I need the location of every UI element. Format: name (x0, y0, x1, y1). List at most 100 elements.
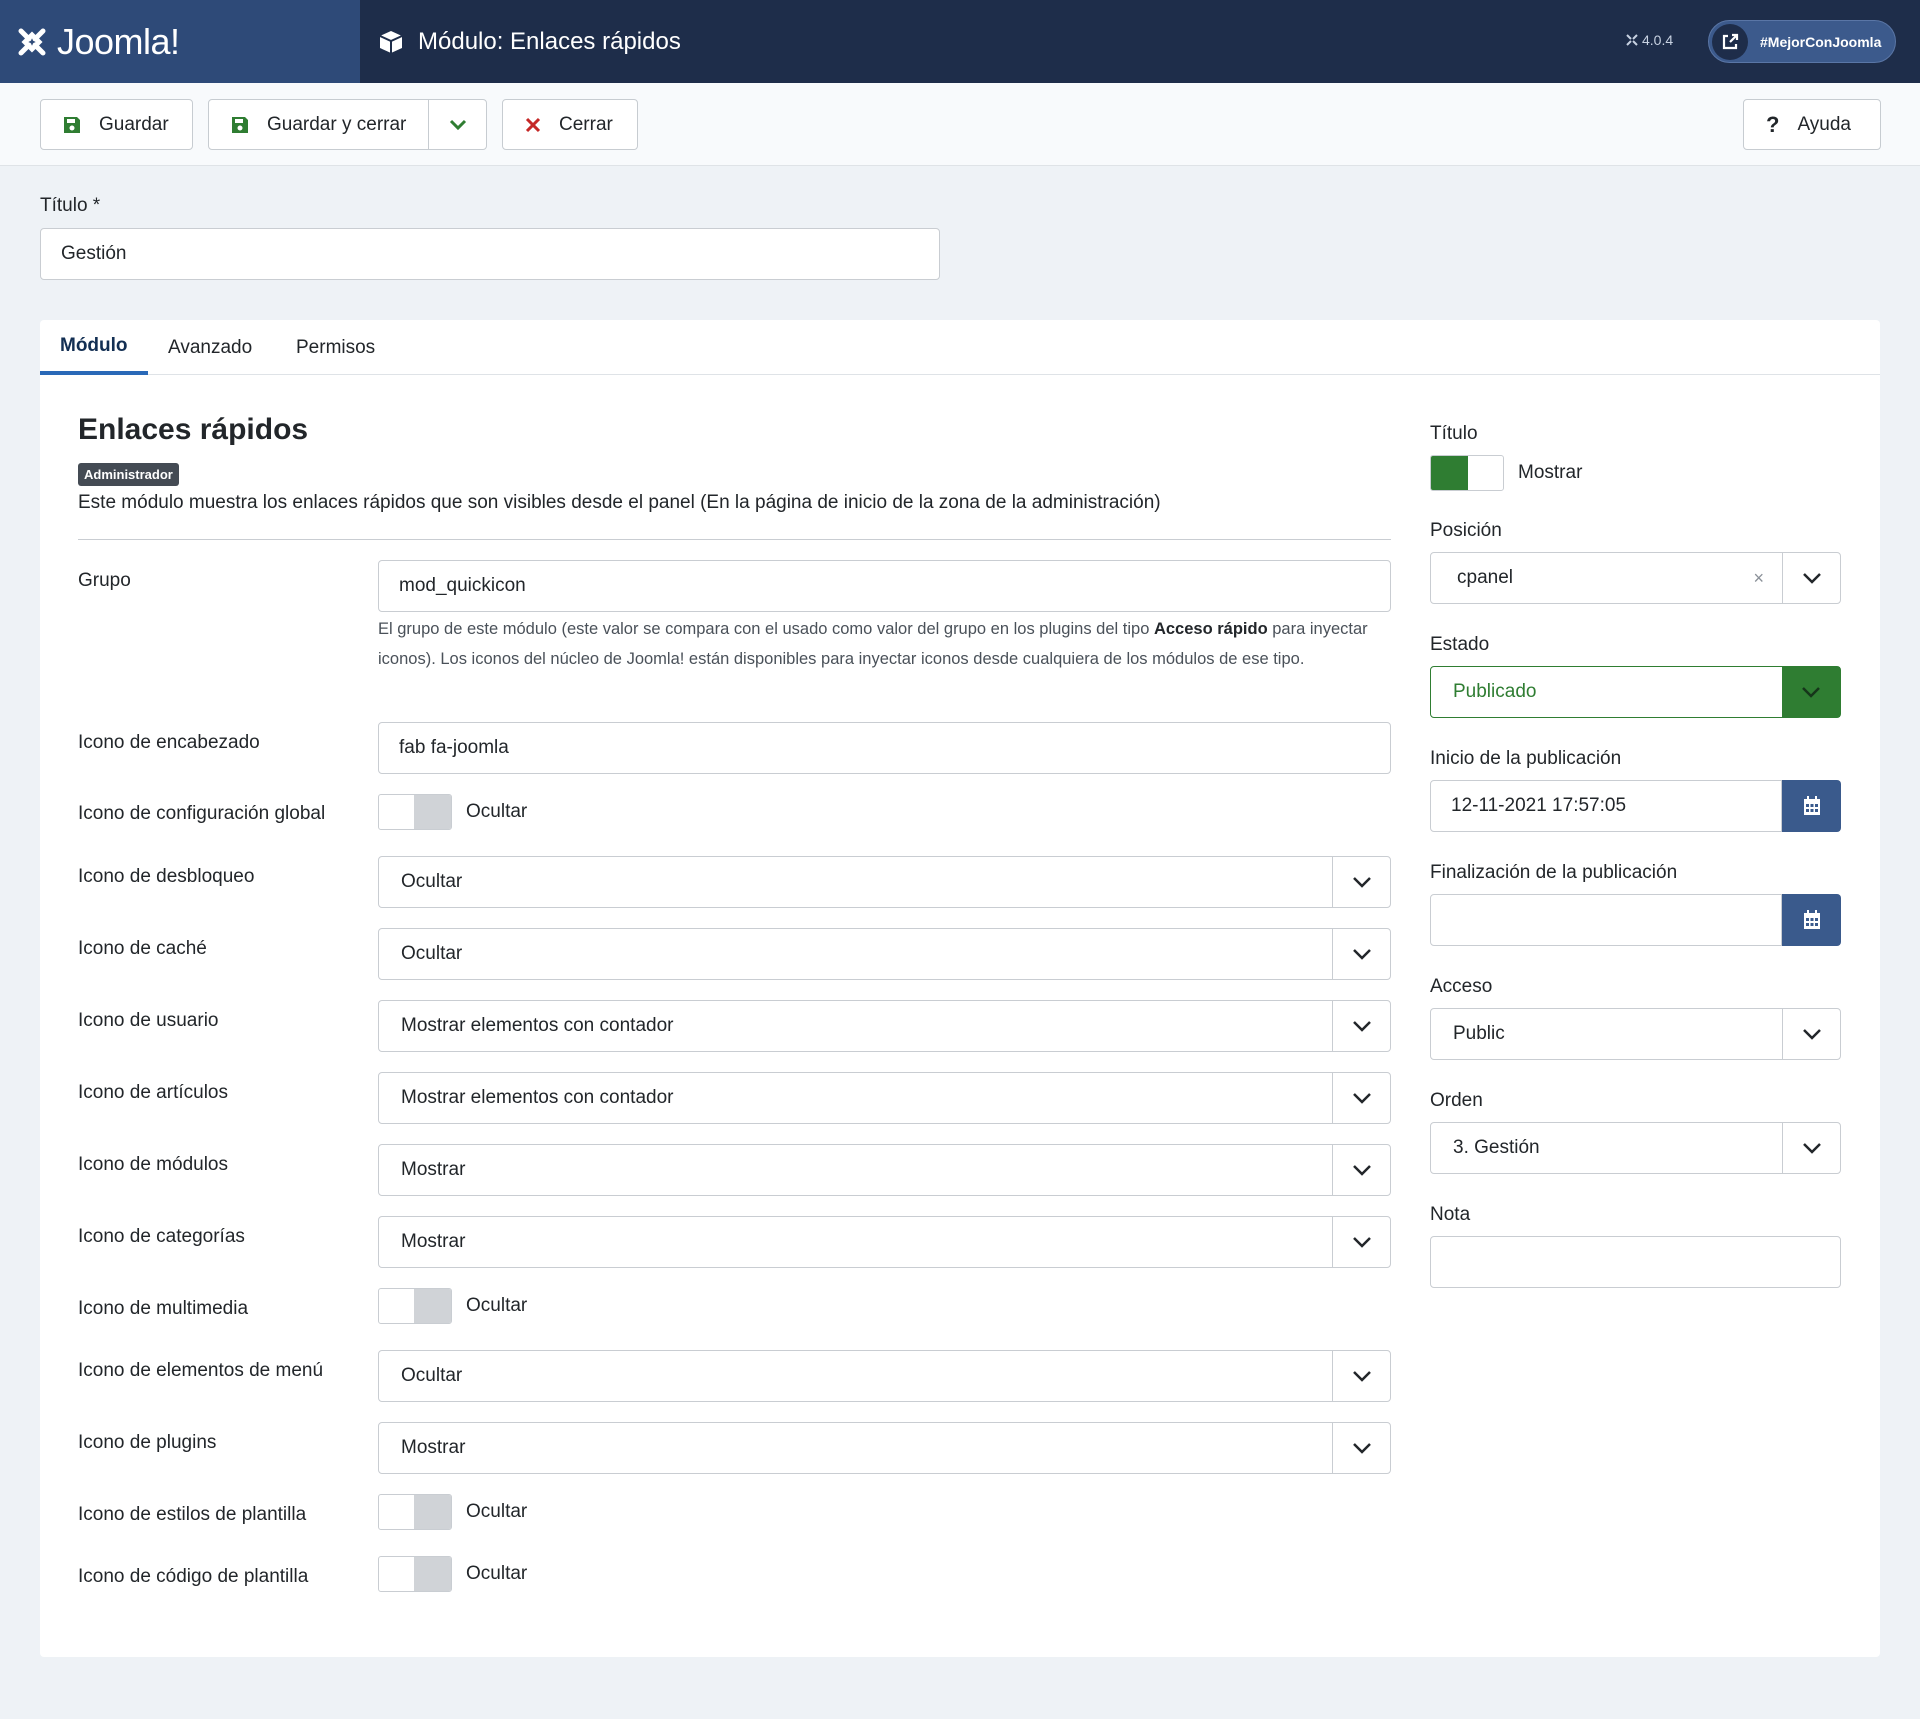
save-label: Guardar (99, 113, 169, 135)
menu-label: Icono de elementos de menú (78, 1360, 324, 1381)
help-label: Ayuda (1797, 113, 1851, 135)
admin-badge: Administrador (78, 463, 179, 486)
nota-label: Nota (1430, 1204, 1471, 1225)
estado-label: Estado (1430, 634, 1490, 655)
usuario-label: Icono de usuario (78, 1010, 219, 1031)
toolbar: Guardar Guardar y cerrar Cerrar ? Ayuda (0, 83, 1920, 166)
acceso-select[interactable]: Public (1430, 1008, 1841, 1060)
estilos-value: Ocultar (466, 1501, 528, 1522)
chevron-down-icon (1782, 553, 1840, 603)
modulos-label: Icono de módulos (78, 1154, 228, 1175)
usuario-select[interactable]: Mostrar elementos con contador (378, 1000, 1391, 1052)
desbloqueo-label: Icono de desbloqueo (78, 866, 255, 887)
estado-select[interactable]: Publicado (1430, 666, 1841, 718)
orden-select[interactable]: 3. Gestión (1430, 1122, 1841, 1174)
icono-encabezado-label: Icono de encabezado (78, 732, 260, 753)
modulos-select[interactable]: Mostrar (378, 1144, 1391, 1196)
save-close-button[interactable]: Guardar y cerrar (209, 100, 428, 149)
fin-input[interactable] (1430, 894, 1782, 946)
grupo-help: El grupo de este módulo (este valor se c… (378, 614, 1393, 674)
plugins-label: Icono de plugins (78, 1432, 217, 1453)
desbloqueo-value: Ocultar (401, 871, 463, 892)
joomla-logo-icon (18, 28, 46, 55)
cache-select[interactable]: Ocultar (378, 928, 1391, 980)
save-close-label: Guardar y cerrar (267, 113, 407, 135)
categorias-label: Icono de categorías (78, 1226, 245, 1247)
title-input[interactable]: Gestión (40, 228, 940, 280)
divider (78, 539, 1391, 540)
help-button[interactable]: ? Ayuda (1743, 99, 1881, 150)
mejor-con-joomla-button[interactable]: #MejorConJoomla (1708, 20, 1896, 63)
config-global-value: Ocultar (466, 801, 528, 822)
version-label: 4.0.4 (1625, 32, 1673, 48)
fin-label: Finalización de la publicación (1430, 862, 1678, 883)
multimedia-toggle[interactable] (378, 1288, 452, 1324)
close-button[interactable]: Cerrar (502, 99, 638, 150)
nota-input[interactable] (1430, 1236, 1841, 1288)
estilos-toggle[interactable] (378, 1494, 452, 1530)
chevron-down-icon (1332, 1423, 1390, 1473)
clear-icon[interactable]: × (1753, 568, 1764, 589)
version-text: 4.0.4 (1642, 32, 1674, 48)
chevron-down-icon (1332, 1145, 1390, 1195)
grupo-help-bold: Acceso rápido (1153, 620, 1268, 638)
external-link-icon (1712, 23, 1748, 60)
orden-value: 3. Gestión (1453, 1137, 1540, 1158)
tab-avanzado[interactable]: Avanzado (148, 320, 272, 375)
posicion-label: Posición (1430, 520, 1502, 541)
fin-calendar-button[interactable] (1782, 894, 1841, 946)
chevron-down-icon (1332, 857, 1390, 907)
title-label: Título * (40, 195, 101, 216)
save-dropdown-toggle[interactable] (428, 100, 486, 149)
joomla-logo[interactable]: Joomla! (0, 0, 360, 83)
codigo-label: Icono de código de plantilla (78, 1566, 309, 1587)
usuario-value: Mostrar elementos con contador (401, 1015, 674, 1036)
codigo-toggle[interactable] (378, 1556, 452, 1592)
config-global-toggle[interactable] (378, 794, 452, 830)
icono-encabezado-input[interactable]: fab fa-joomla (378, 722, 1391, 774)
question-icon: ? (1766, 111, 1780, 137)
inicio-calendar-button[interactable] (1782, 780, 1841, 832)
chevron-down-icon (1332, 1001, 1390, 1051)
close-label: Cerrar (559, 113, 613, 135)
articulos-select[interactable]: Mostrar elementos con contador (378, 1072, 1391, 1124)
menu-value: Ocultar (401, 1365, 463, 1386)
icono-encabezado-value: fab fa-joomla (399, 737, 509, 758)
modulos-value: Mostrar (401, 1159, 466, 1180)
desbloqueo-select[interactable]: Ocultar (378, 856, 1391, 908)
chevron-down-icon (1332, 929, 1390, 979)
cache-label: Icono de caché (78, 938, 207, 959)
page-title: Módulo: Enlaces rápidos (378, 0, 681, 83)
chevron-down-icon (1782, 1123, 1840, 1173)
grupo-label: Grupo (78, 570, 131, 591)
acceso-label: Acceso (1430, 976, 1493, 997)
tab-modulo[interactable]: Módulo (40, 320, 148, 375)
codigo-value: Ocultar (466, 1563, 528, 1584)
inicio-label: Inicio de la publicación (1430, 748, 1622, 769)
sidebar-titulo-label: Título (1430, 423, 1478, 444)
save-close-button-group: Guardar y cerrar (208, 99, 487, 150)
categorias-select[interactable]: Mostrar (378, 1216, 1391, 1268)
articulos-label: Icono de artículos (78, 1082, 228, 1103)
multimedia-label: Icono de multimedia (78, 1298, 249, 1319)
title-input-value: Gestión (61, 243, 127, 264)
menu-select[interactable]: Ocultar (378, 1350, 1391, 1402)
sidebar-titulo-toggle[interactable] (1430, 455, 1504, 491)
module-heading: Enlaces rápidos (78, 413, 309, 446)
save-button[interactable]: Guardar (40, 99, 193, 150)
page-title-text: Módulo: Enlaces rápidos (418, 27, 681, 55)
posicion-select[interactable]: cpanel × (1430, 552, 1841, 604)
plugins-select[interactable]: Mostrar (378, 1422, 1391, 1474)
acceso-value: Public (1453, 1023, 1505, 1044)
app-header: Joomla! Módulo: Enlaces rápidos 4.0.4 #M… (0, 0, 1920, 83)
module-description: Este módulo muestra los enlaces rápidos … (78, 492, 1161, 513)
grupo-input[interactable]: mod_quickicon (378, 560, 1391, 612)
articulos-value: Mostrar elementos con contador (401, 1087, 674, 1108)
cube-icon (379, 30, 403, 53)
close-icon (525, 117, 541, 132)
config-global-label: Icono de configuración global (78, 803, 326, 824)
tab-permisos[interactable]: Permisos (276, 320, 395, 375)
plugins-value: Mostrar (401, 1437, 466, 1458)
inicio-input[interactable]: 12-11-2021 17:57:05 (1430, 780, 1782, 832)
logo-text: Joomla! (57, 20, 180, 62)
